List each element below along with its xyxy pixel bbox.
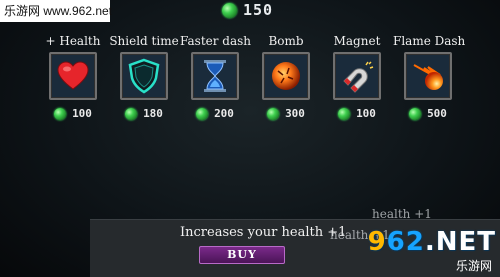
item-price: 300 [251, 107, 321, 120]
item-price-value: 300 [285, 107, 305, 120]
item-price: 200 [180, 107, 250, 120]
item-price: 500 [393, 107, 463, 120]
item-title: Faster dash [180, 34, 252, 48]
green-gem-icon [54, 107, 67, 120]
shop-item-magnet[interactable]: Magnet 100 [322, 33, 392, 120]
green-gem-icon [267, 107, 280, 120]
item-slot[interactable] [404, 52, 452, 100]
item-price: 100 [322, 107, 392, 120]
green-gem-icon [338, 107, 351, 120]
item-slot[interactable] [262, 52, 310, 100]
item-slot[interactable] [120, 52, 168, 100]
item-price: 100 [38, 107, 108, 120]
shop-item-faster-dash[interactable]: Faster dash 200 [180, 33, 252, 120]
item-title: + Health [45, 34, 101, 48]
ghost-text: health +1 [372, 207, 432, 221]
green-gem-icon [125, 107, 138, 120]
currency-display: 150 [222, 0, 273, 20]
green-gem-icon [196, 107, 209, 120]
item-title: Bomb [268, 34, 304, 48]
green-gem-icon [222, 2, 237, 18]
site-watermark: 乐游网 www.962.net [0, 0, 112, 22]
item-price-value: 200 [214, 107, 234, 120]
item-price-value: 180 [143, 107, 163, 120]
item-price-value: 100 [356, 107, 376, 120]
shop-item-health[interactable]: + Health 100 [38, 33, 108, 120]
shop-item-bomb[interactable]: Bomb 300 [251, 33, 321, 120]
shop-items: + Health 100 Shield time 180 Faster dash… [38, 33, 468, 133]
shop-item-shield-time[interactable]: Shield time 180 [109, 33, 179, 120]
item-title: Magnet [333, 34, 381, 48]
item-description: Increases your health +1 [180, 225, 347, 240]
item-slot[interactable] [333, 52, 381, 100]
green-gem-icon [409, 107, 422, 120]
flame-dash-icon [410, 59, 446, 93]
item-slot[interactable] [49, 52, 97, 100]
item-price-value: 500 [427, 107, 447, 120]
item-title: Shield time [109, 34, 179, 48]
shop-item-flame-dash[interactable]: Flame Dash 500 [393, 33, 466, 120]
item-price: 180 [109, 107, 179, 120]
item-price-value: 100 [72, 107, 92, 120]
heart-icon [56, 61, 90, 91]
buy-button[interactable]: BUY [199, 246, 285, 264]
shield-icon [127, 58, 161, 94]
watermark-logo-text: 962.NET [367, 227, 496, 257]
site-logo-watermark: 962.NET 乐游网 [366, 223, 496, 275]
hourglass-icon [200, 58, 230, 94]
item-title: Flame Dash [393, 34, 466, 48]
magnet-icon [340, 59, 374, 93]
bomb-icon [269, 59, 303, 93]
currency-amount: 150 [243, 1, 274, 19]
watermark-subtext: 乐游网 [455, 259, 492, 273]
item-slot[interactable] [191, 52, 239, 100]
